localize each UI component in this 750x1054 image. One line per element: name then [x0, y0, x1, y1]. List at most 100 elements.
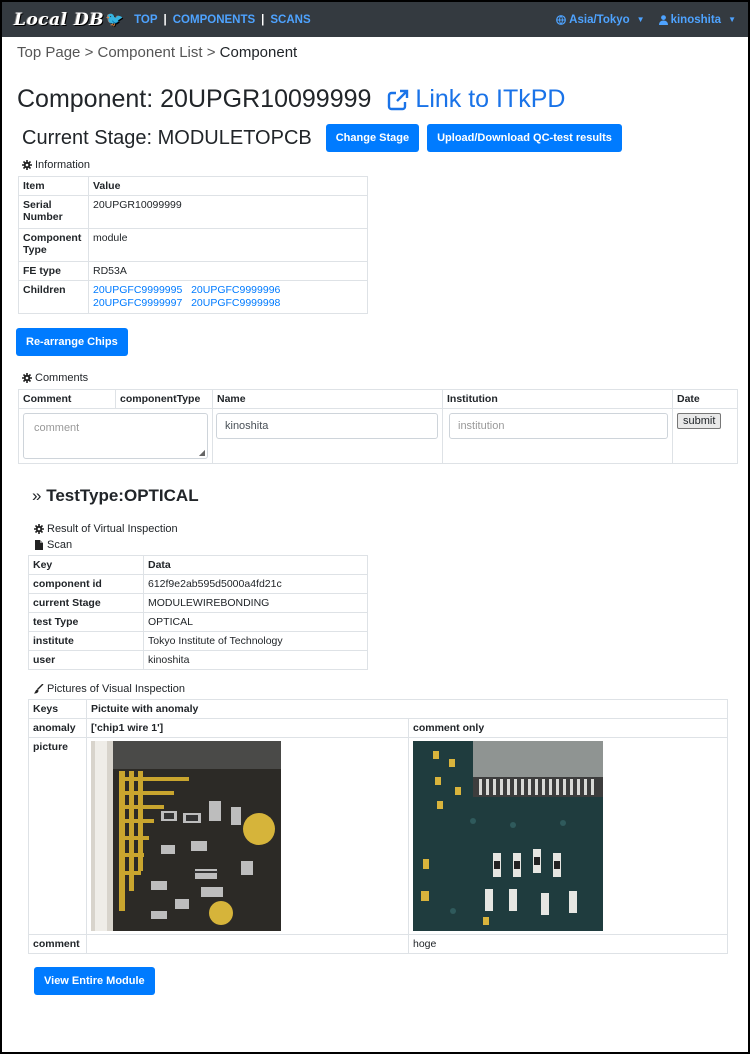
information-table: Item Value Serial Number 20UPGR10099999 …: [18, 176, 368, 314]
column-header: Name: [212, 389, 443, 409]
comment-value: hoge: [408, 934, 728, 954]
table-row: component id 612f9e2ab595d5000a4fd21c: [28, 574, 368, 594]
row-value: Tokyo Institute of Technology: [143, 631, 368, 651]
current-stage: Current Stage: MODULETOPCB: [22, 126, 312, 149]
picture-cell: [408, 737, 728, 935]
row-key: test Type: [28, 612, 144, 632]
pictures-heading: Pictures of Visual Inspection: [34, 683, 748, 695]
brand-text: Local DB: [14, 9, 105, 30]
name-value: kinoshita: [225, 420, 269, 432]
column-header: Date: [672, 389, 738, 409]
user-icon: [658, 14, 668, 25]
table-header-row: Keys Pictuite with anomaly: [28, 699, 728, 719]
view-entire-module-button[interactable]: View Entire Module: [34, 967, 155, 995]
brand-logo[interactable]: Local DB 🐦: [14, 10, 124, 30]
row-key: institute: [28, 631, 144, 651]
children-links: 20UPGFC9999995 20UPGFC9999996 20UPGFC999…: [88, 280, 368, 314]
comment-placeholder: comment: [34, 422, 80, 434]
nav-link-scans[interactable]: SCANS: [266, 14, 314, 26]
information-heading: Information: [22, 159, 748, 171]
nav-right: Asia/Tokyo ▼ kinoshita ▼: [556, 14, 736, 26]
breadcrumb-component-list[interactable]: Component List: [98, 44, 203, 61]
information-label: Information: [35, 159, 91, 171]
row-value: 612f9e2ab595d5000a4fd21c: [143, 574, 368, 594]
nav-separator: |: [261, 13, 265, 26]
double-chevron-icon: »: [32, 486, 42, 505]
breadcrumb-top[interactable]: Top Page: [17, 44, 80, 61]
column-header: Data: [143, 555, 368, 575]
comment-textarea[interactable]: comment ◢: [23, 413, 208, 459]
nav-separator: |: [163, 13, 167, 26]
component-title: Component: 20UPGR10099999: [17, 85, 372, 113]
table-header-row: Key Data: [28, 555, 368, 575]
pictures-table: Keys Pictuite with anomaly anomaly ['chi…: [28, 699, 728, 954]
table-row: institute Tokyo Institute of Technology: [28, 631, 368, 651]
submit-button[interactable]: submit: [677, 413, 722, 429]
table-row: current Stage MODULEWIREBONDING: [28, 593, 368, 613]
page-frame: Local DB 🐦 TOP | COMPONENTS | SCANS Asia…: [2, 2, 748, 1052]
user-dropdown[interactable]: kinoshita ▼: [658, 13, 736, 26]
table-row: picture: [28, 737, 728, 935]
table-row: Children 20UPGFC9999995 20UPGFC9999996 2…: [18, 280, 368, 314]
comment-value: [86, 934, 409, 954]
row-key: anomaly: [28, 718, 87, 738]
row-value: kinoshita: [143, 650, 368, 670]
nav-link-top[interactable]: TOP: [130, 14, 161, 26]
bird-icon: 🐦: [106, 11, 125, 28]
table-row: anomaly ['chip1 wire 1'] comment only: [28, 718, 728, 738]
itkpd-link-label: Link to ITkPD: [415, 85, 566, 113]
table-header-row: Comment componentType Name Institution D…: [18, 389, 738, 409]
comments-label: Comments: [35, 372, 89, 384]
row-value: OPTICAL: [143, 612, 368, 632]
column-header: componentType: [115, 389, 213, 409]
column-header: Item: [18, 176, 89, 196]
inspection-picture-2[interactable]: [413, 741, 603, 931]
column-header: Pictuite with anomaly: [86, 699, 728, 719]
row-key: Component Type: [18, 228, 89, 262]
row-value: 20UPGR10099999: [88, 195, 368, 229]
inspection-picture-1[interactable]: [91, 741, 281, 931]
resize-handle-icon[interactable]: ◢: [199, 448, 205, 457]
table-row: FE type RD53A: [18, 261, 368, 281]
child-link[interactable]: 20UPGFC9999998: [191, 297, 280, 309]
testtype-heading: » TestType:OPTICAL: [32, 486, 748, 506]
institution-input[interactable]: institution: [449, 413, 668, 439]
child-link[interactable]: 20UPGFC9999995: [93, 284, 182, 296]
testtype-label: TestType:OPTICAL: [46, 486, 199, 505]
change-stage-button[interactable]: Change Stage: [325, 124, 420, 152]
brush-icon: [34, 684, 44, 694]
bottom-actions: View Entire Module: [34, 967, 748, 995]
gear-icon: [34, 524, 44, 534]
caret-down-icon: ▼: [636, 15, 645, 24]
column-header: Value: [88, 176, 368, 196]
column-header: Key: [28, 555, 144, 575]
row-key: comment: [28, 934, 87, 954]
child-link[interactable]: 20UPGFC9999996: [191, 284, 280, 296]
timezone-dropdown[interactable]: Asia/Tokyo ▼: [556, 13, 645, 26]
globe-icon: [556, 14, 567, 25]
rearrange-chips-button[interactable]: Re-arrange Chips: [16, 328, 128, 356]
row-key: Children: [18, 280, 89, 314]
row-key: user: [28, 650, 144, 670]
column-header: Comment: [18, 389, 116, 409]
row-key: Serial Number: [18, 195, 89, 229]
scan-table: Key Data component id 612f9e2ab595d5000a…: [28, 555, 368, 670]
anomaly-value: ['chip1 wire 1']: [86, 718, 409, 738]
nav-link-components[interactable]: COMPONENTS: [169, 14, 259, 26]
name-input[interactable]: kinoshita: [216, 413, 438, 439]
column-header: Institution: [442, 389, 673, 409]
user-label: kinoshita: [670, 13, 722, 26]
table-row: user kinoshita: [28, 650, 368, 670]
column-header: Keys: [28, 699, 87, 719]
upload-download-button[interactable]: Upload/Download QC-test results: [427, 124, 622, 152]
timezone-label: Asia/Tokyo: [569, 13, 630, 26]
file-icon: [35, 540, 43, 550]
table-row: Component Type module: [18, 228, 368, 262]
row-key: component id: [28, 574, 144, 594]
breadcrumb-current: Component: [219, 44, 298, 61]
itkpd-link[interactable]: Link to ITkPD: [387, 85, 565, 114]
scan-heading: Scan: [34, 539, 748, 551]
stage-row: Current Stage: MODULETOPCB Change Stage …: [22, 124, 748, 152]
child-link[interactable]: 20UPGFC9999997: [93, 297, 182, 309]
institution-placeholder: institution: [458, 420, 505, 432]
